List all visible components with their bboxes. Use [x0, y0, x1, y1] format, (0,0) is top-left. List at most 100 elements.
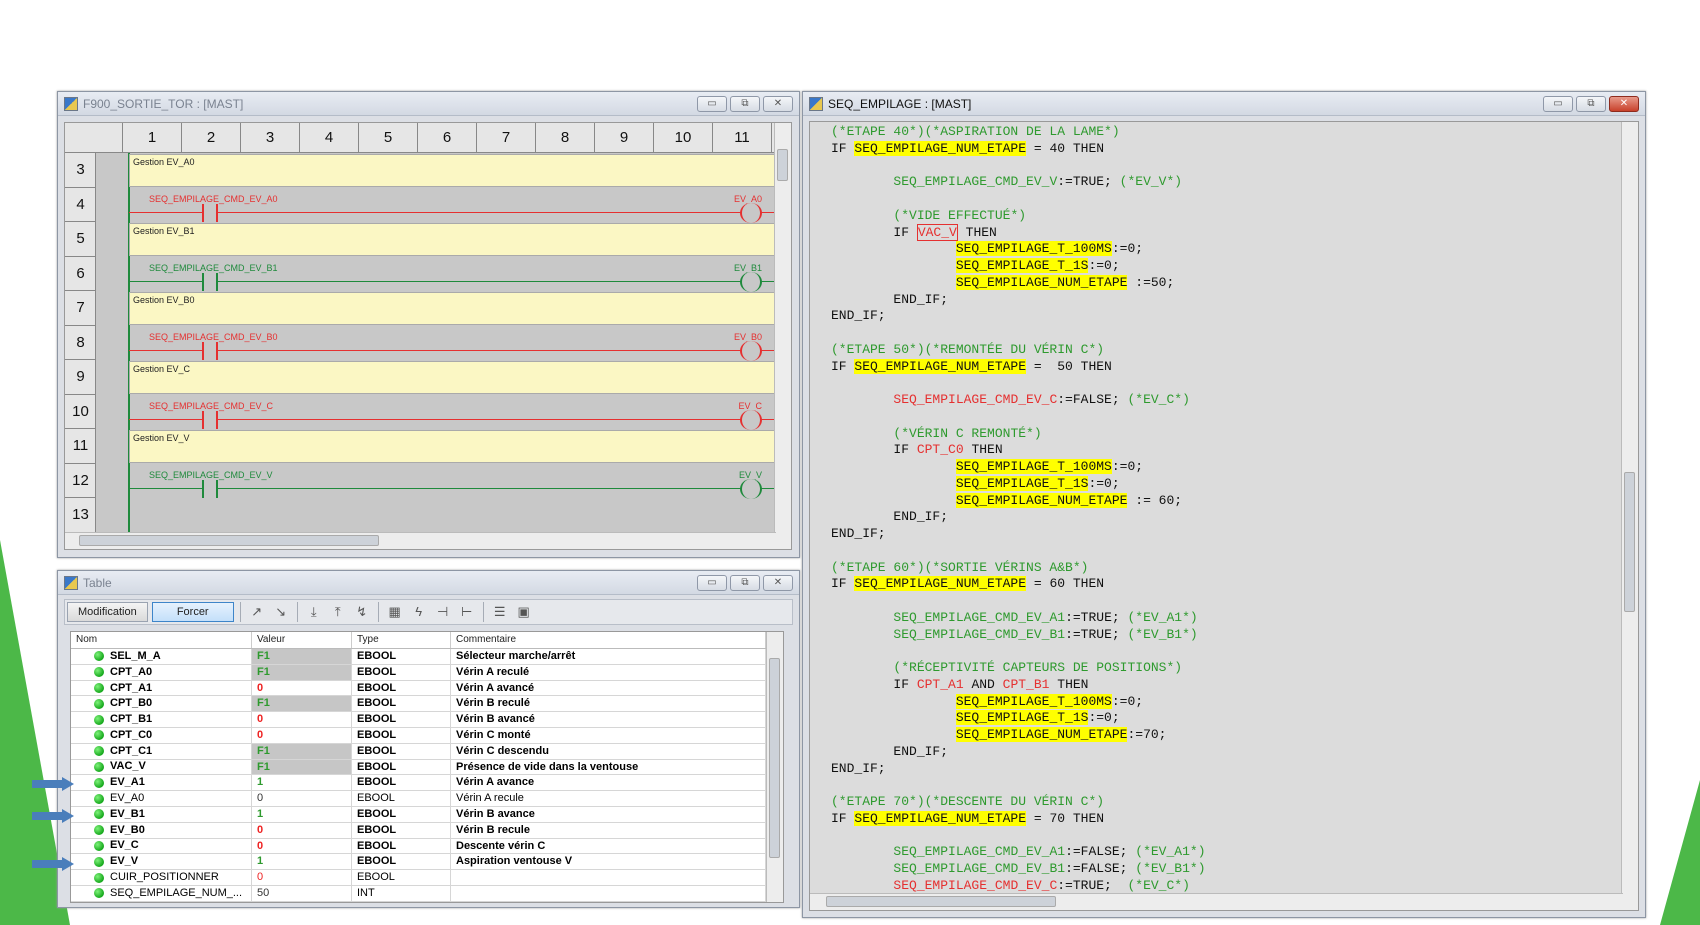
table-row[interactable]: EV_B1 1 EBOOL Vérin B avance — [71, 806, 783, 823]
row-value-cell[interactable]: 0 — [252, 838, 352, 854]
code-line[interactable]: (*ETAPE 70*)(*DESCENTE DU VÉRIN C*) — [831, 794, 1206, 811]
code-line[interactable] — [831, 191, 1206, 208]
code-line[interactable]: IF SEQ_EMPILAGE_NUM_ETAPE = 50 THEN — [831, 358, 1206, 376]
row-value-cell[interactable]: 1 — [252, 806, 352, 822]
code-line[interactable] — [831, 325, 1206, 342]
code-line[interactable] — [831, 409, 1206, 426]
code-lines[interactable]: (*ETAPE 40*)(*ASPIRATION DE LA LAME*) IF … — [831, 124, 1206, 895]
format-icon[interactable]: ☰ — [490, 603, 510, 621]
close-button[interactable]: ✕ — [1609, 95, 1639, 112]
grid-icon[interactable]: ▦ — [385, 603, 405, 621]
code-line[interactable]: SEQ_EMPILAGE_CMD_EV_A1:=FALSE; (*EV_A1*) — [831, 844, 1205, 861]
coil-symbol[interactable] — [740, 479, 762, 499]
coil-symbol[interactable] — [740, 410, 762, 430]
code-line[interactable]: IF SEQ_EMPILAGE_NUM_ETAPE = 70 THEN — [831, 810, 1206, 828]
code-line[interactable] — [831, 375, 1206, 392]
code-line[interactable]: END_IF; — [831, 308, 1206, 325]
row-name-cell[interactable]: CPT_B1 — [71, 712, 252, 727]
table-row[interactable]: EV_C 0 EBOOL Descente vérin C — [71, 838, 783, 855]
row-name-cell[interactable]: CUIR_POSITIONNER — [71, 870, 252, 885]
code-line[interactable]: SEQ_EMPILAGE_CMD_EV_A1:=TRUE; (*EV_A1*) — [831, 610, 1206, 627]
code-line[interactable]: IF CPT_C0 THEN — [831, 442, 1206, 459]
table-row[interactable]: SEQ_EMPILAGE_NUM_... 50 INT — [71, 885, 783, 902]
code-line[interactable] — [831, 593, 1206, 610]
row-name-cell[interactable]: CPT_B0 — [71, 696, 252, 712]
ladder-titlebar[interactable]: F900_SORTIE_TOR : [MAST] ▭ ⧉ ✕ — [58, 92, 799, 116]
code-line[interactable]: SEQ_EMPILAGE_T_100MS:=0; — [831, 241, 1206, 258]
row-value-cell[interactable]: F1 — [252, 696, 352, 712]
row-name-cell[interactable]: EV_A1 — [71, 775, 252, 791]
code-line[interactable]: IF CPT_A1 AND CPT_B1 THEN — [831, 677, 1206, 694]
code-line[interactable]: (*VIDE EFFECTUÉ*) — [831, 208, 1206, 225]
row-name-cell[interactable]: CPT_C0 — [71, 727, 252, 743]
row-value-cell[interactable]: 50 — [252, 885, 352, 901]
contact-symbol[interactable] — [202, 342, 218, 360]
force-rising-edge-icon[interactable]: ↗ — [247, 603, 267, 621]
code-titlebar[interactable]: SEQ_EMPILAGE : [MAST] ▭ ⧉ ✕ — [803, 92, 1645, 116]
code-line[interactable]: END_IF; — [831, 509, 1206, 526]
code-line[interactable] — [831, 643, 1206, 660]
table-row[interactable]: CPT_A0 F1 EBOOL Vérin A reculé — [71, 664, 783, 681]
row-name-cell[interactable]: EV_B1 — [71, 806, 252, 822]
set-bit-icon[interactable]: ⊣ — [433, 603, 453, 621]
code-line[interactable]: (*ETAPE 60*)(*SORTIE VÉRINS A&B*) — [831, 560, 1206, 577]
col-type-header[interactable]: Type — [352, 632, 451, 648]
code-line[interactable]: SEQ_EMPILAGE_CMD_EV_C:=FALSE; (*EV_C*) — [831, 392, 1206, 409]
row-name-cell[interactable]: EV_A0 — [71, 791, 252, 806]
table-row[interactable]: SEL_M_A F1 EBOOL Sélecteur marche/arrêt — [71, 649, 783, 665]
force-to-one-icon[interactable]: ⤒ — [328, 603, 348, 621]
code-line[interactable]: SEQ_EMPILAGE_T_100MS:=0; — [831, 459, 1206, 476]
table-row[interactable]: CPT_A1 0 EBOOL Vérin A avancé — [71, 680, 783, 697]
row-name-cell[interactable]: EV_V — [71, 854, 252, 870]
row-value-cell[interactable]: 0 — [252, 680, 352, 696]
code-line[interactable]: IF VAC_V THEN — [831, 223, 1206, 242]
coil-symbol[interactable] — [740, 203, 762, 223]
rung-comment[interactable]: Gestion EV_B1 — [129, 223, 776, 256]
row-value-cell[interactable]: F1 — [252, 759, 352, 775]
table-row[interactable]: CPT_C0 0 EBOOL Vérin C monté — [71, 727, 783, 744]
code-line[interactable]: SEQ_EMPILAGE_NUM_ETAPE := 60; — [831, 492, 1206, 510]
ladder-diagram[interactable]: 1 2 3 4 5 6 7 8 9 10 11 3 4 5 6 7 8 9 10 11 12 13 Gestion EV… — [64, 122, 792, 550]
code-line[interactable]: (*VÉRIN C REMONTÉ*) — [831, 426, 1206, 443]
code-line[interactable]: SEQ_EMPILAGE_NUM_ETAPE :=50; — [831, 274, 1206, 292]
code-line[interactable] — [831, 828, 1206, 845]
table-row[interactable]: CPT_B0 F1 EBOOL Vérin B reculé — [71, 696, 783, 713]
table-row[interactable]: EV_A1 1 EBOOL Vérin A avance — [71, 775, 783, 792]
row-name-cell[interactable]: CPT_A1 — [71, 680, 252, 696]
code-line[interactable]: SEQ_EMPILAGE_T_1S:=0; — [831, 710, 1206, 727]
table-row[interactable]: VAC_V F1 EBOOL Présence de vide dans la ven… — [71, 759, 783, 776]
table-row[interactable]: EV_V 1 EBOOL Aspiration ventouse V — [71, 854, 783, 871]
row-value-cell[interactable]: 0 — [252, 822, 352, 838]
code-line[interactable]: (*RÉCEPTIVITÉ CAPTEURS DE POSITIONS*) — [831, 660, 1206, 677]
ladder-rung[interactable]: SEQ_EMPILAGE_CMD_EV_B0 EV_B0 — [129, 326, 776, 361]
lightning-icon[interactable]: ϟ — [409, 603, 429, 621]
code-horizontal-scrollbar[interactable] — [810, 893, 1623, 910]
close-button[interactable]: ✕ — [763, 95, 793, 112]
ladder-rung[interactable]: SEQ_EMPILAGE_CMD_EV_B1 EV_B1 — [129, 257, 776, 292]
table-vertical-scrollbar[interactable] — [766, 632, 783, 902]
code-line[interactable]: END_IF; — [831, 292, 1206, 309]
code-line[interactable]: SEQ_EMPILAGE_NUM_ETAPE:=70; — [831, 727, 1206, 744]
ladder-vertical-scrollbar[interactable] — [774, 123, 791, 549]
ladder-rung[interactable]: SEQ_EMPILAGE_CMD_EV_V EV_V — [129, 464, 776, 499]
rung-comment[interactable]: Gestion EV_V — [129, 430, 776, 463]
col-name-header[interactable]: Nom — [71, 632, 252, 648]
row-name-cell[interactable]: CPT_A0 — [71, 664, 252, 680]
code-line[interactable]: IF SEQ_EMPILAGE_NUM_ETAPE = 40 THEN — [831, 140, 1206, 158]
code-line[interactable]: END_IF; — [831, 744, 1206, 761]
unforce-icon[interactable]: ↯ — [352, 603, 372, 621]
code-line[interactable] — [831, 543, 1206, 560]
force-falling-edge-icon[interactable]: ↘ — [271, 603, 291, 621]
code-line[interactable]: SEQ_EMPILAGE_CMD_EV_B1:=TRUE; (*EV_B1*) — [831, 627, 1206, 644]
code-line[interactable]: IF SEQ_EMPILAGE_NUM_ETAPE = 60 THEN — [831, 576, 1206, 593]
col-comment-header[interactable]: Commentaire — [451, 632, 766, 648]
ladder-horizontal-scrollbar[interactable] — [65, 532, 776, 549]
row-name-cell[interactable]: SEQ_EMPILAGE_NUM_... — [71, 885, 252, 901]
table-row[interactable]: EV_B0 0 EBOOL Vérin B recule — [71, 822, 783, 839]
code-line[interactable]: SEQ_EMPILAGE_CMD_EV_C:=TRUE; (*EV_C*) — [831, 878, 1206, 895]
table-row[interactable]: CPT_C1 F1 EBOOL Vérin C descendu — [71, 743, 783, 760]
col-value-header[interactable]: Valeur — [252, 632, 352, 648]
animation-table[interactable]: Nom Valeur Type Commentaire SEL_M_A F1 EBO… — [70, 631, 784, 903]
table-titlebar[interactable]: Table ▭ ⧉ ✕ — [58, 571, 799, 595]
code-line[interactable]: SEQ_EMPILAGE_CMD_EV_V:=TRUE; (*EV_V*) — [831, 174, 1206, 191]
